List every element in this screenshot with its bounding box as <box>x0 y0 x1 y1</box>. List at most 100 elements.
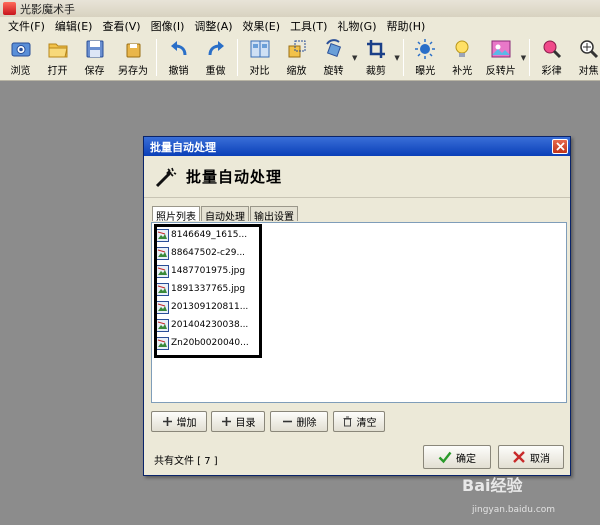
menu-tools[interactable]: 工具(T) <box>285 18 332 34</box>
menu-image[interactable]: 图像(I) <box>146 18 190 34</box>
app-logo-icon <box>3 2 16 15</box>
add-label: 增加 <box>176 418 197 429</box>
menu-help[interactable]: 帮助(H) <box>381 18 430 34</box>
folder-open-icon <box>48 43 68 58</box>
floppy-disk-icon <box>86 40 103 58</box>
invert-dropdown-icon[interactable]: ▼ <box>521 35 526 80</box>
toolbar-separator <box>156 39 157 76</box>
open-button[interactable]: 打开 <box>39 35 76 80</box>
clear-label: 清空 <box>356 418 377 429</box>
color-button[interactable]: 彩律 <box>533 35 570 80</box>
close-button[interactable] <box>552 139 568 154</box>
dialog-tabs: 照片列表 自动处理 输出设置 <box>152 206 299 223</box>
app-title: 光影魔术手 <box>20 2 75 16</box>
close-icon <box>555 142 565 151</box>
focus-button[interactable]: 对焦 <box>570 35 600 80</box>
scale-label: 缩放 <box>286 66 307 77</box>
fill-light-label: 补光 <box>452 66 473 77</box>
clear-button[interactable]: 清空 <box>333 411 385 432</box>
save-as-label: 另存为 <box>118 66 148 77</box>
check-icon <box>438 451 452 464</box>
directory-button[interactable]: 目录 <box>211 411 265 432</box>
watermark-url: jingyan.baidu.com <box>472 505 556 515</box>
cancel-x-icon <box>513 451 525 463</box>
browse-icon <box>11 42 30 57</box>
crop-icon <box>366 40 385 58</box>
browse-button[interactable]: 浏览 <box>2 35 39 80</box>
crop-button[interactable]: 裁剪 <box>357 35 394 80</box>
directory-label: 目录 <box>235 418 256 429</box>
redo-button[interactable]: 重做 <box>197 35 234 80</box>
baidu-jingyan-watermark: Bai经验 jingyan.baidu.com <box>462 472 598 522</box>
dialog-header: 批量自动处理 <box>144 156 570 198</box>
scale-button[interactable]: 缩放 <box>278 35 315 80</box>
toolbar-separator <box>402 39 404 76</box>
rotate-icon <box>325 39 341 58</box>
compare-icon <box>250 40 269 58</box>
toolbar-separator <box>237 39 238 76</box>
rotate-button[interactable]: 旋转 <box>315 35 352 80</box>
trash-icon <box>343 416 351 427</box>
crop-label: 裁剪 <box>365 66 386 77</box>
menu-effects[interactable]: 效果(E) <box>238 18 286 34</box>
cancel-label: 取消 <box>530 453 550 465</box>
minus-icon <box>282 420 292 423</box>
toolbar-separator <box>529 39 531 76</box>
annotation-highlight-box <box>154 224 262 358</box>
tab-auto-process[interactable]: 自动处理 <box>201 206 249 223</box>
rotate-label: 旋转 <box>323 66 344 77</box>
menu-bar: 文件(F) 编辑(E) 查看(V) 图像(I) 调整(A) 效果(E) 工具(T… <box>0 17 600 35</box>
undo-icon <box>170 41 186 56</box>
focus-label: 对焦 <box>578 66 599 77</box>
delete-button[interactable]: 删除 <box>270 411 328 432</box>
batch-process-dialog: 批量自动处理 批量自动处理 照片列表 自动处理 输出设置 8146649_161… <box>143 136 571 476</box>
plus-icon <box>162 417 172 426</box>
plus-icon <box>221 417 231 426</box>
file-count-status: 共有文件 [ 7 ] <box>154 456 218 467</box>
add-button[interactable]: 增加 <box>151 411 207 432</box>
invert-film-label: 反转片 <box>485 66 516 77</box>
watermark-brand: Bai经验 <box>462 476 523 495</box>
app-title-bar: 光影魔术手 <box>0 0 600 17</box>
menu-edit[interactable]: 编辑(E) <box>50 18 98 34</box>
save-as-button[interactable]: 另存为 <box>113 35 153 80</box>
exposure-label: 曝光 <box>415 66 436 77</box>
color-magnifier-icon <box>543 40 561 59</box>
save-label: 保存 <box>84 66 105 77</box>
dialog-title-bar[interactable]: 批量自动处理 <box>144 137 570 156</box>
tab-output-settings[interactable]: 输出设置 <box>250 206 298 223</box>
exposure-icon <box>415 39 436 59</box>
redo-icon <box>208 41 224 56</box>
ok-label: 确定 <box>456 453 476 465</box>
photo-list[interactable]: 8146649_1615... 88647502-c29... 14877019… <box>151 222 567 403</box>
menu-view[interactable]: 查看(V) <box>97 18 145 34</box>
tab-photo-list[interactable]: 照片列表 <box>152 206 200 223</box>
fill-light-button[interactable]: 补光 <box>444 35 481 80</box>
film-invert-icon <box>491 40 511 58</box>
color-label: 彩律 <box>541 66 562 77</box>
toolbar: 浏览 打开 保存 另存为 撤销 重做 对比 缩放 旋转 ▼ 裁剪 ▼ 曝光 补光… <box>0 35 600 81</box>
ok-button[interactable]: 确定 <box>423 445 491 469</box>
focus-magnifier-icon <box>579 40 598 59</box>
invert-film-button[interactable]: 反转片 <box>481 35 521 80</box>
undo-label: 撤销 <box>168 66 189 77</box>
menu-gifts[interactable]: 礼物(G) <box>332 18 381 34</box>
compare-label: 对比 <box>249 66 270 77</box>
save-button[interactable]: 保存 <box>76 35 113 80</box>
light-bulb-icon <box>455 40 469 57</box>
delete-label: 删除 <box>296 418 317 429</box>
crop-dropdown-icon[interactable]: ▼ <box>394 35 399 80</box>
browse-label: 浏览 <box>10 66 31 77</box>
redo-label: 重做 <box>205 66 226 77</box>
scale-icon <box>288 40 305 58</box>
dialog-header-title: 批量自动处理 <box>186 168 283 186</box>
save-as-icon <box>126 43 141 58</box>
menu-adjust[interactable]: 调整(A) <box>189 18 237 34</box>
dialog-title: 批量自动处理 <box>150 140 216 154</box>
compare-button[interactable]: 对比 <box>241 35 278 80</box>
undo-button[interactable]: 撤销 <box>160 35 197 80</box>
cancel-button[interactable]: 取消 <box>498 445 564 469</box>
open-label: 打开 <box>47 66 68 77</box>
exposure-button[interactable]: 曝光 <box>407 35 444 80</box>
menu-file[interactable]: 文件(F) <box>3 18 50 34</box>
